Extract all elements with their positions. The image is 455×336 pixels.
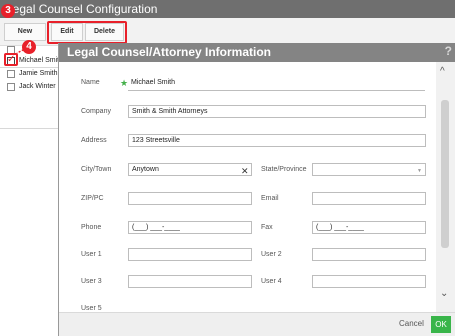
highlight-edit-delete — [47, 21, 127, 44]
user5-label: User 5 — [81, 305, 102, 312]
city-label: City/Town — [81, 166, 112, 173]
row-name: Jamie Smith — [19, 70, 58, 77]
address-label: Address — [81, 137, 107, 144]
company-label: Company — [81, 108, 111, 115]
email-label: Email — [261, 195, 279, 202]
state-label: State/Province — [261, 166, 307, 173]
company-field[interactable]: Smith & Smith Attorneys — [128, 105, 426, 118]
dialog-title: Legal Counsel/Attorney Information — [67, 45, 272, 59]
chevron-down-icon: ▼ — [417, 168, 422, 174]
window-title: Legal Counsel Configuration — [0, 0, 455, 18]
question-icon[interactable]: ? — [445, 44, 452, 58]
row-checkbox[interactable] — [7, 83, 15, 91]
name-field[interactable]: Michael Smith — [128, 77, 425, 90]
divider — [0, 128, 58, 129]
city-field[interactable]: Anytown — [128, 163, 252, 176]
zip-label: ZIP/PC — [81, 195, 104, 202]
user1-field[interactable] — [128, 248, 252, 261]
fax-field[interactable]: (___) ___-____ — [312, 221, 426, 234]
user3-label: User 3 — [81, 278, 102, 285]
close-icon[interactable]: ✕ — [241, 166, 249, 176]
name-field-underline — [128, 90, 425, 91]
step-badge-3: 3 — [1, 4, 15, 18]
dialog-body: Name ★ Michael Smith Company Smith & Smi… — [59, 62, 455, 312]
user1-label: User 1 — [81, 251, 102, 258]
address-field[interactable]: 123 Streetsville — [128, 134, 426, 147]
row-name: Jack Winter — [19, 83, 56, 90]
cancel-button[interactable]: Cancel — [399, 319, 424, 328]
state-select[interactable] — [312, 163, 426, 176]
phone-field[interactable]: (___) ___-____ — [128, 221, 252, 234]
ok-button[interactable]: OK — [431, 316, 451, 333]
user3-field[interactable] — [128, 275, 252, 288]
list-item[interactable]: Jack Winter — [0, 81, 58, 93]
star-icon: ★ — [120, 78, 129, 88]
chevron-up-icon[interactable]: ^ — [440, 66, 445, 77]
scrollbar[interactable]: ^ ⌄ — [436, 62, 455, 312]
fax-label: Fax — [261, 224, 273, 231]
user4-field[interactable] — [312, 275, 426, 288]
chevron-down-icon[interactable]: ⌄ — [440, 288, 448, 299]
email-field[interactable] — [312, 192, 426, 205]
row-checkbox[interactable] — [7, 70, 15, 78]
dialog-header: Legal Counsel/Attorney Information ? — [59, 43, 455, 62]
user4-label: User 4 — [261, 278, 282, 285]
attorney-dialog: Legal Counsel/Attorney Information ? Nam… — [58, 43, 455, 336]
name-label: Name — [81, 79, 100, 86]
user2-field[interactable] — [312, 248, 426, 261]
zip-field[interactable] — [128, 192, 252, 205]
user2-label: User 2 — [261, 251, 282, 258]
scrollbar-thumb[interactable] — [441, 100, 449, 248]
step-badge-4: 4 — [22, 40, 36, 54]
phone-label: Phone — [81, 224, 102, 231]
dialog-footer: Cancel OK — [59, 312, 455, 336]
list-item[interactable]: Jamie Smith — [0, 68, 58, 80]
